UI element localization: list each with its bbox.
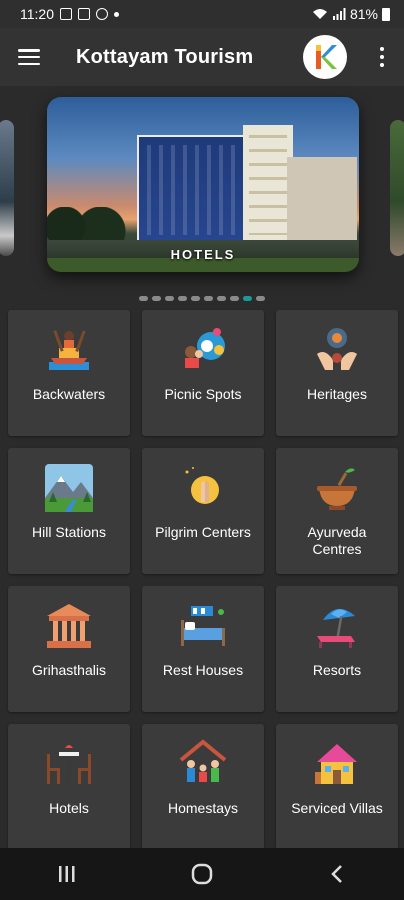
more-options-icon[interactable]	[379, 47, 384, 67]
carousel-slide-hotels[interactable]: HOTELS	[47, 97, 359, 272]
praying-hands-icon	[177, 462, 229, 514]
photo-tower	[243, 125, 293, 245]
mountain-icon	[43, 462, 95, 514]
carousel-dot[interactable]	[152, 295, 161, 301]
dining-table-icon	[43, 738, 95, 790]
notification-dot-icon	[114, 11, 119, 17]
category-hotels[interactable]: Hotels	[8, 724, 130, 850]
photo-building	[137, 135, 247, 245]
category-heritages[interactable]: Heritages	[276, 310, 398, 436]
home-icon	[191, 863, 213, 885]
gallery-notification-icon	[78, 8, 90, 20]
category-ayurveda-centres[interactable]: Ayurveda Centres	[276, 448, 398, 574]
family-house-icon	[177, 738, 229, 790]
photo-annex	[287, 157, 357, 245]
status-bar: 11:20 81%	[0, 0, 404, 28]
category-label: Hill Stations	[32, 524, 106, 540]
carousel-dot[interactable]	[243, 295, 252, 301]
category-homestays[interactable]: Homestays	[142, 724, 264, 850]
carousel-dot[interactable]	[191, 295, 200, 301]
app-logo[interactable]	[303, 35, 347, 79]
category-label: Picnic Spots	[164, 386, 242, 402]
back-button[interactable]	[307, 854, 367, 894]
bed-icon	[177, 600, 229, 652]
carousel-dot[interactable]	[256, 295, 265, 301]
status-time: 11:20	[20, 6, 54, 22]
home-button[interactable]	[172, 854, 232, 894]
wifi-icon	[312, 9, 327, 19]
category-label: Ayurveda Centres	[307, 524, 367, 557]
kottayam-logo-icon	[316, 45, 337, 69]
image-carousel[interactable]: HOTELS	[0, 86, 404, 286]
carousel-prev-slide[interactable]	[0, 120, 14, 256]
system-nav-bar	[0, 848, 404, 900]
category-label: Serviced Villas	[291, 800, 383, 816]
category-label: Resorts	[312, 662, 362, 678]
category-grid: Backwaters Picnic Spots Heritages Hill S…	[0, 310, 404, 850]
mortar-pestle-icon	[311, 462, 363, 514]
category-grihasthalis[interactable]: Grihasthalis	[8, 586, 130, 712]
carousel-indicator	[0, 286, 404, 310]
category-picnic-spots[interactable]: Picnic Spots	[142, 310, 264, 436]
pillars-icon	[43, 600, 95, 652]
carousel-dot[interactable]	[217, 295, 226, 301]
category-backwaters[interactable]: Backwaters	[8, 310, 130, 436]
status-left: 11:20	[20, 6, 119, 22]
picnic-icon	[177, 324, 229, 376]
menu-icon[interactable]	[18, 49, 40, 65]
category-hill-stations[interactable]: Hill Stations	[8, 448, 130, 574]
beach-umbrella-icon	[311, 600, 363, 652]
category-label: Rest Houses	[162, 662, 244, 678]
carousel-dot[interactable]	[178, 295, 187, 301]
app-bar: Kottayam Tourism	[0, 28, 404, 86]
category-label: Backwaters	[32, 386, 106, 402]
carousel-dot[interactable]	[230, 295, 239, 301]
battery-percent: 81%	[349, 6, 378, 22]
category-label: Pilgrim Centers	[155, 524, 251, 540]
carousel-next-slide[interactable]	[390, 120, 404, 256]
app-title: Kottayam Tourism	[76, 45, 254, 68]
recent-apps-button[interactable]	[37, 854, 97, 894]
status-right: 81%	[312, 6, 390, 22]
category-pilgrim-centers[interactable]: Pilgrim Centers	[142, 448, 264, 574]
battery-icon	[382, 7, 390, 21]
dnd-icon	[96, 8, 108, 20]
villa-icon	[311, 738, 363, 790]
back-icon	[330, 865, 342, 883]
category-label: Grihasthalis	[32, 662, 106, 678]
category-label: Heritages	[307, 386, 367, 402]
recent-apps-icon	[59, 866, 75, 882]
category-label: Hotels	[49, 800, 89, 816]
slide-label: HOTELS	[170, 247, 236, 262]
category-resorts[interactable]: Resorts	[276, 586, 398, 712]
category-serviced-villas[interactable]: Serviced Villas	[276, 724, 398, 850]
carousel-dot[interactable]	[139, 295, 148, 301]
image-notification-icon	[60, 8, 72, 20]
heritage-icon	[311, 324, 363, 376]
category-rest-houses[interactable]: Rest Houses	[142, 586, 264, 712]
carousel-dot[interactable]	[165, 295, 174, 301]
signal-icon	[332, 8, 346, 20]
category-label: Homestays	[167, 800, 239, 816]
boat-icon	[43, 324, 95, 376]
carousel-dot[interactable]	[204, 295, 213, 301]
